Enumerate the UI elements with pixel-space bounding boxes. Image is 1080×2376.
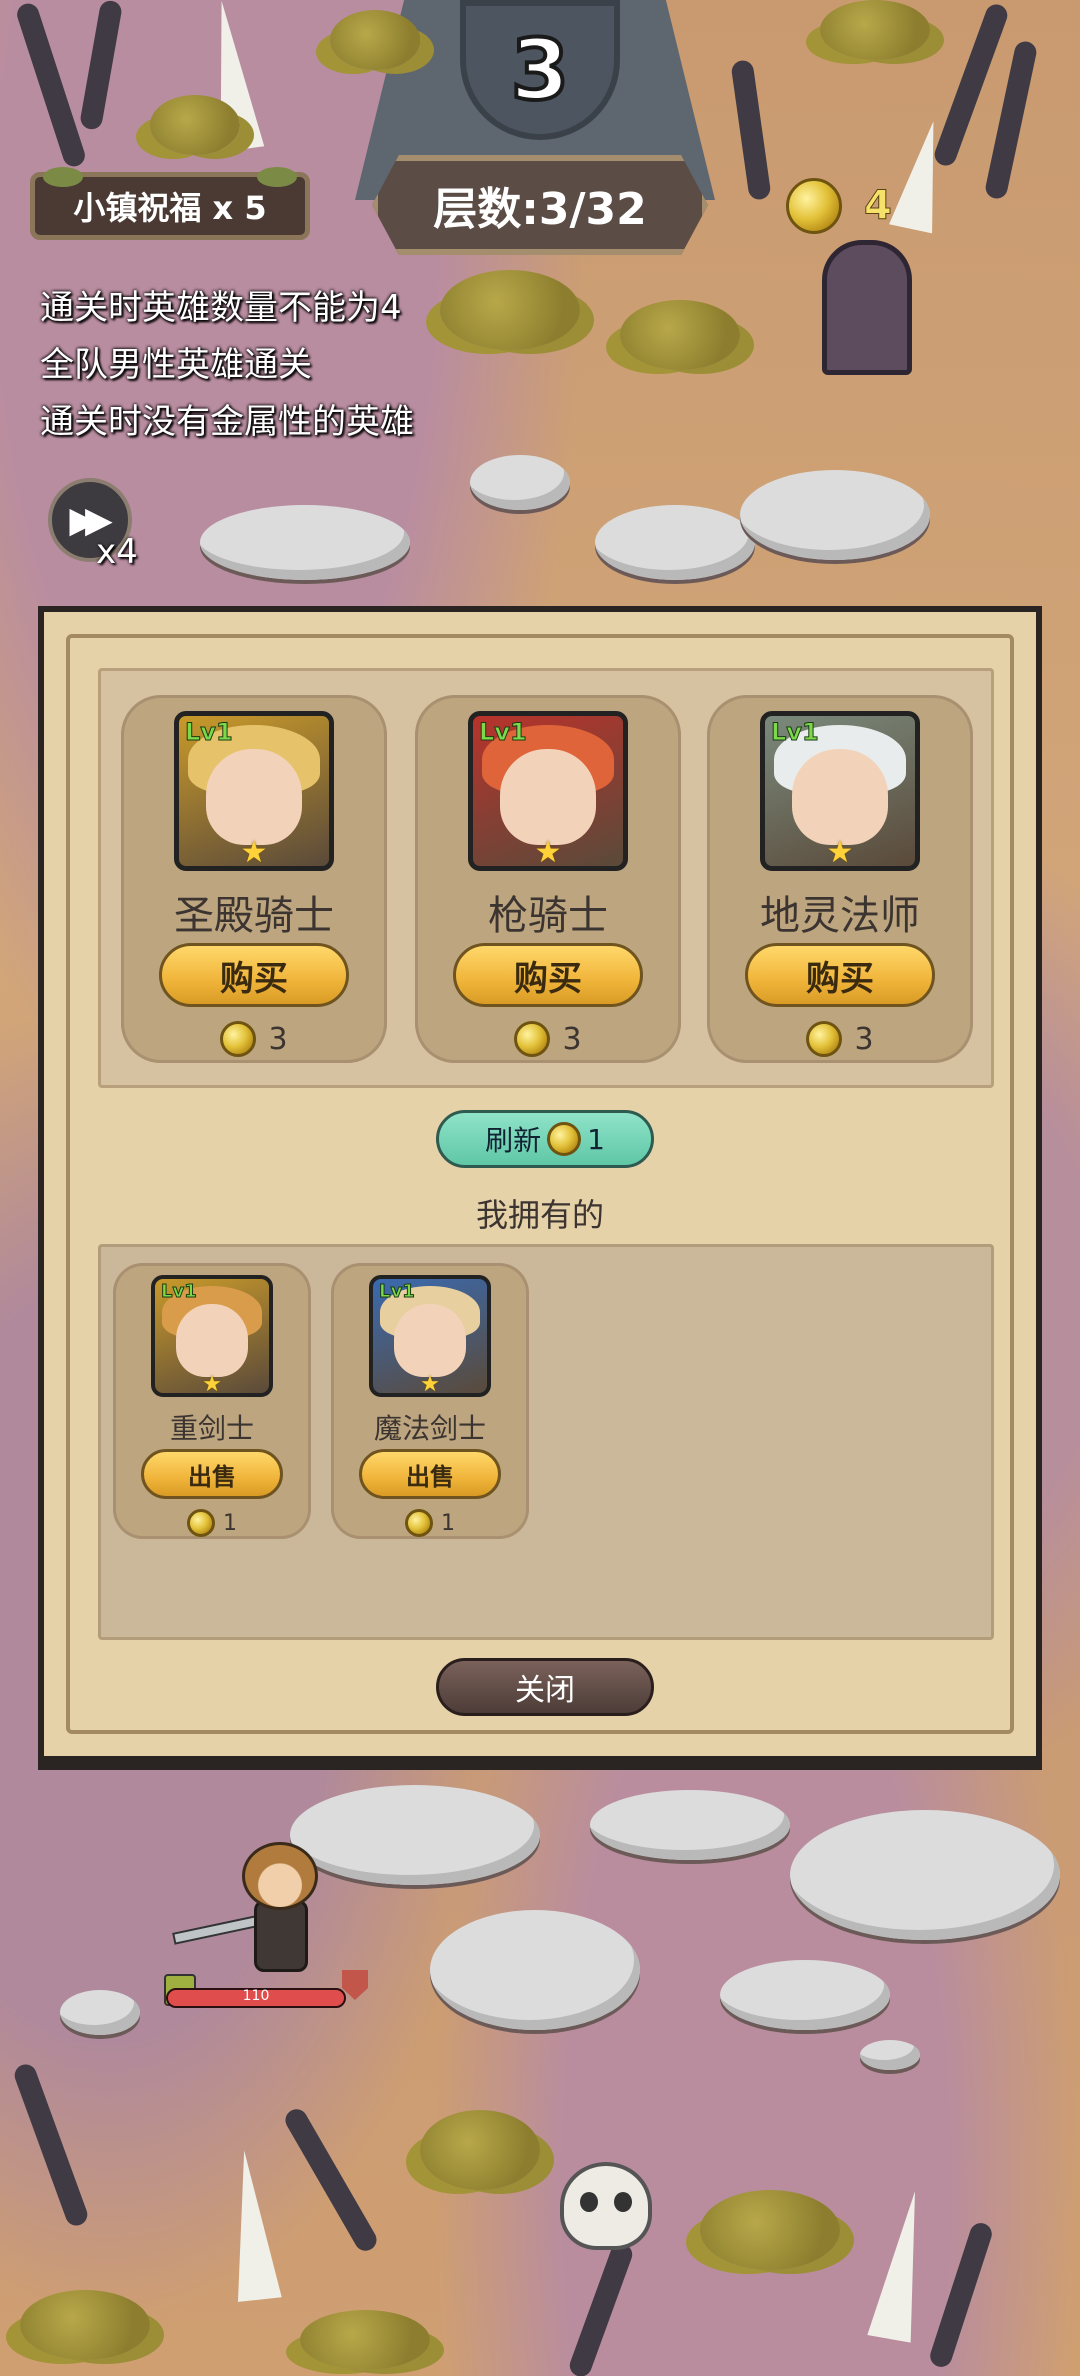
refresh-price: 1 [587,1122,605,1156]
shop-card: Lv1 ★ 地灵法师 购买 3 [707,695,973,1063]
hero-portrait: Lv1 ★ [151,1275,273,1397]
hero-name: 圣殿骑士 [174,893,334,939]
coin-icon [547,1122,582,1156]
refresh-label: 刷新 [485,1124,542,1157]
leaf-icon [257,167,297,187]
hero-level: Lv1 [771,718,820,747]
hero-name: 魔法剑士 [373,1412,486,1445]
floor-label: 层数:3/32 [433,184,647,235]
shop-offers: Lv1 ★ 圣殿骑士 购买 3 Lv1 ★ 枪骑士 购买 3 Lv1 ★ 地灵法… [98,668,994,1088]
hero-name: 地灵法师 [760,893,920,939]
owned-card: Lv1 ★ 魔法剑士 出售 1 [331,1263,529,1539]
price-value: 3 [854,1021,874,1057]
coin-icon [806,1021,843,1057]
buy-button[interactable]: 购买 [159,943,349,1007]
hero-name: 重剑士 [169,1412,254,1445]
hero-level: Lv1 [161,1281,198,1303]
wave-number: 3 [509,19,571,121]
quest-list: 通关时英雄数量不能为4 全队男性英雄通关 通关时没有金属性的英雄 [40,280,414,451]
hero-portrait: Lv1 ★ [369,1275,491,1397]
star-icon: ★ [420,1372,440,1397]
owned-heroes: Lv1 ★ 重剑士 出售 1 Lv1 ★ 魔法剑士 出售 1 [98,1244,994,1640]
quest-item: 通关时没有金属性的英雄 [40,402,414,442]
floor-badge: 层数:3/32 [372,155,708,255]
price-value: 1 [441,1510,455,1536]
coin-counter: 4 [786,178,892,234]
coin-icon [514,1021,551,1057]
quest-item: 全队男性英雄通关 [40,345,312,385]
coin-icon [405,1509,433,1537]
price: 1 [331,1509,529,1537]
star-icon: ★ [534,835,562,870]
price-value: 1 [223,1510,237,1536]
price: 3 [121,1021,387,1057]
star-icon: ★ [202,1372,222,1397]
tombstone [822,240,912,375]
coin-count: 4 [864,183,893,230]
player-hero-sprite[interactable] [172,1842,322,1972]
buy-button[interactable]: 购买 [453,943,643,1007]
hero-level: Lv1 [479,718,528,747]
hero-portrait: Lv1 ★ [468,711,628,871]
hero-shop-panel: Lv1 ★ 圣殿骑士 购买 3 Lv1 ★ 枪骑士 购买 3 Lv1 ★ 地灵法… [38,606,1042,1762]
owned-title: 我拥有的 [475,1196,604,1234]
owned-card: Lv1 ★ 重剑士 出售 1 [113,1263,311,1539]
hp-bar: 110 [166,1988,346,2008]
hero-portrait: Lv1 ★ [760,711,920,871]
town-blessing-badge[interactable]: 小镇祝福 x 5 [30,167,310,240]
hero-level: Lv1 [185,718,234,747]
speed-label: x4 [96,532,138,572]
sell-button[interactable]: 出售 [359,1449,501,1499]
shop-card: Lv1 ★ 圣殿骑士 购买 3 [121,695,387,1063]
refresh-button[interactable]: 刷新 1 [436,1110,654,1168]
coin-icon [187,1509,215,1537]
hero-name: 枪骑士 [488,893,608,939]
leaf-icon [43,167,83,187]
quest-item: 通关时英雄数量不能为4 [40,288,402,328]
price: 3 [415,1021,681,1057]
hero-portrait: Lv1 ★ [174,711,334,871]
coin-icon [786,178,842,234]
hp-value: 110 [242,1988,270,2004]
shop-card: Lv1 ★ 枪骑士 购买 3 [415,695,681,1063]
sell-button[interactable]: 出售 [141,1449,283,1499]
hero-level: Lv1 [379,1281,416,1303]
star-icon: ★ [826,835,854,870]
price: 1 [113,1509,311,1537]
price-value: 3 [268,1021,288,1057]
price: 3 [707,1021,973,1057]
price-value: 3 [562,1021,582,1057]
skull-icon[interactable] [560,2162,652,2250]
star-icon: ★ [240,835,268,870]
close-button[interactable]: 关闭 [436,1658,654,1716]
buy-button[interactable]: 购买 [745,943,935,1007]
coin-icon [220,1021,257,1057]
blessing-label: 小镇祝福 x 5 [73,189,267,227]
